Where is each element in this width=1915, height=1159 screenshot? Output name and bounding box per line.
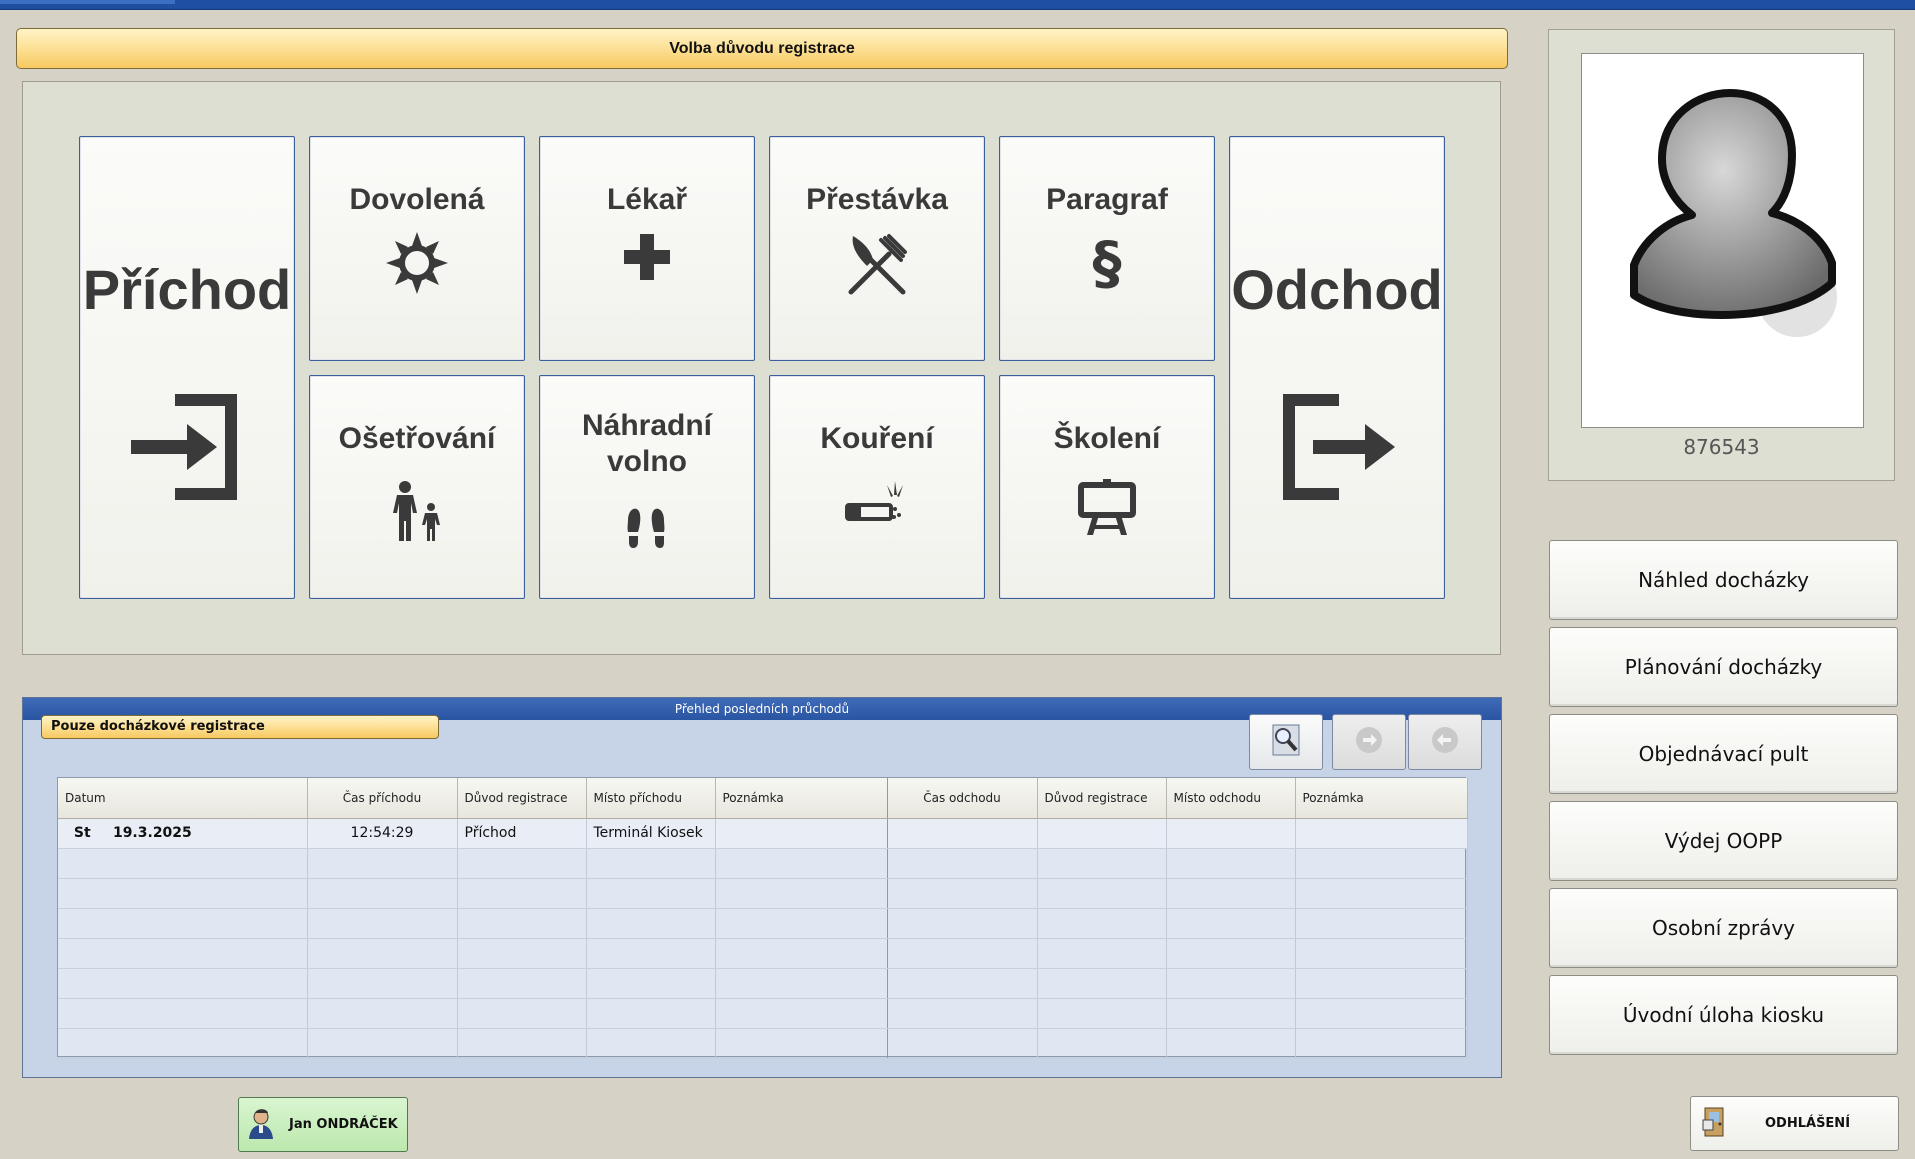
logout-label: ODHLÁŠENÍ xyxy=(1765,1116,1851,1131)
employee-photo-panel: 876543 xyxy=(1548,29,1895,481)
row-arrival-reason: Příchod xyxy=(457,818,587,849)
current-user-name: Jan ONDRÁČEK xyxy=(289,1117,398,1132)
user-silhouette-icon xyxy=(1630,89,1837,337)
col-arrival-time: Čas příchodu xyxy=(307,778,458,819)
doctor-label: Lékař xyxy=(606,183,688,216)
next-page-button[interactable] xyxy=(1332,714,1406,770)
row-departure-note xyxy=(1295,818,1468,849)
user-avatar-icon xyxy=(247,1107,277,1143)
care-button[interactable]: Ošetřování xyxy=(309,375,525,599)
col-arrival-note: Poznámka xyxy=(715,778,888,819)
vacation-button[interactable]: Dovolená xyxy=(309,136,525,361)
row-date: 19.3.2025 xyxy=(112,825,192,841)
window-tab-strip xyxy=(0,0,175,4)
table-row-empty xyxy=(58,998,1468,1029)
easel-icon xyxy=(1077,477,1137,537)
sign-out-icon xyxy=(1277,390,1397,504)
medical-cross-icon xyxy=(622,232,672,282)
arrival-button[interactable]: Příchod xyxy=(79,136,295,599)
row-date-cell: St 19.3.2025 xyxy=(58,818,308,849)
arrow-left-circle-icon xyxy=(1430,725,1460,759)
col-departure-note: Poznámka xyxy=(1295,778,1468,819)
row-departure-reason xyxy=(1037,818,1167,849)
row-departure-time xyxy=(887,818,1038,849)
personal-messages-button[interactable]: Osobní zprávy xyxy=(1549,888,1898,968)
table-row[interactable]: St 19.3.2025 12:54:29 Příchod Terminál K… xyxy=(58,818,1468,849)
table-row-empty xyxy=(58,938,1468,969)
row-arrival-place: Terminál Kiosek xyxy=(586,818,716,849)
window-top-bar xyxy=(0,0,1915,10)
previous-page-button[interactable] xyxy=(1408,714,1482,770)
row-arrival-note xyxy=(715,818,888,849)
attendance-planning-button[interactable]: Plánování docházky xyxy=(1549,627,1898,707)
training-button[interactable]: Školení xyxy=(999,375,1215,599)
compensatory-leave-label: Náhradní volno xyxy=(581,409,713,478)
table-row-empty xyxy=(58,908,1468,939)
footprints-icon xyxy=(622,504,672,562)
arrival-label: Příchod xyxy=(82,258,292,321)
kiosk-home-button[interactable]: Úvodní úloha kiosku xyxy=(1549,975,1898,1055)
logout-door-icon xyxy=(1701,1106,1729,1142)
col-departure-time: Čas odchodu xyxy=(887,778,1038,819)
smoking-button[interactable]: Kouření xyxy=(769,375,985,599)
table-row-empty xyxy=(58,878,1468,909)
row-departure-place xyxy=(1166,818,1296,849)
employee-id: 876543 xyxy=(1683,435,1760,459)
paragraph-label: Paragraf xyxy=(1046,183,1168,216)
page-title: Volba důvodu registrace xyxy=(16,28,1508,69)
departure-label: Odchod xyxy=(1231,258,1443,321)
arrow-right-circle-icon xyxy=(1354,725,1384,759)
history-panel: Přehled posledních průchodů Pouze docház… xyxy=(22,697,1502,1078)
row-day: St xyxy=(73,825,91,841)
smoking-label: Kouření xyxy=(820,422,934,455)
training-label: Školení xyxy=(1053,422,1161,455)
table-row-empty xyxy=(58,968,1468,999)
compensatory-leave-button[interactable]: Náhradní volno xyxy=(539,375,755,599)
order-desk-button[interactable]: Objednávací pult xyxy=(1549,714,1898,794)
table-row-empty xyxy=(58,1028,1468,1059)
col-arrival-reason: Důvod registrace xyxy=(457,778,587,819)
ppe-issue-button[interactable]: Výdej OOPP xyxy=(1549,801,1898,881)
attendance-preview-button[interactable]: Náhled docházky xyxy=(1549,540,1898,620)
departure-button[interactable]: Odchod xyxy=(1229,136,1445,599)
parent-child-icon xyxy=(391,481,443,541)
break-label: Přestávka xyxy=(806,183,948,216)
search-button[interactable] xyxy=(1249,714,1323,770)
employee-photo xyxy=(1581,53,1864,428)
sun-icon xyxy=(386,232,448,294)
logout-button[interactable]: ODHLÁŠENÍ xyxy=(1690,1096,1899,1151)
row-arrival-time: 12:54:29 xyxy=(307,818,458,849)
col-departure-place: Místo odchodu xyxy=(1166,778,1296,819)
break-button[interactable]: Přestávka xyxy=(769,136,985,361)
vacation-label: Dovolená xyxy=(349,183,485,216)
table-row-empty xyxy=(58,848,1468,879)
reason-panel: Příchod Dovolená Lékař Přestávka Paragra… xyxy=(22,81,1501,655)
cigarette-icon xyxy=(845,477,909,529)
magnifier-icon xyxy=(1269,723,1303,761)
current-user-button[interactable]: Jan ONDRÁČEK xyxy=(238,1097,408,1152)
col-departure-reason: Důvod registrace xyxy=(1037,778,1167,819)
section-sign-icon: § xyxy=(1092,229,1122,297)
attendance-filter-toggle[interactable]: Pouze docházkové registrace xyxy=(41,715,439,739)
col-date: Datum xyxy=(58,778,308,819)
sign-in-icon xyxy=(127,390,247,504)
col-arrival-place: Místo příchodu xyxy=(586,778,716,819)
paragraph-button[interactable]: Paragraf § xyxy=(999,136,1215,361)
table-header-row: Datum Čas příchodu Důvod registrace Míst… xyxy=(58,778,1468,819)
doctor-button[interactable]: Lékař xyxy=(539,136,755,361)
fork-knife-icon xyxy=(845,232,909,296)
care-label: Ošetřování xyxy=(338,422,496,455)
history-table: Datum Čas příchodu Důvod registrace Míst… xyxy=(57,777,1468,1059)
